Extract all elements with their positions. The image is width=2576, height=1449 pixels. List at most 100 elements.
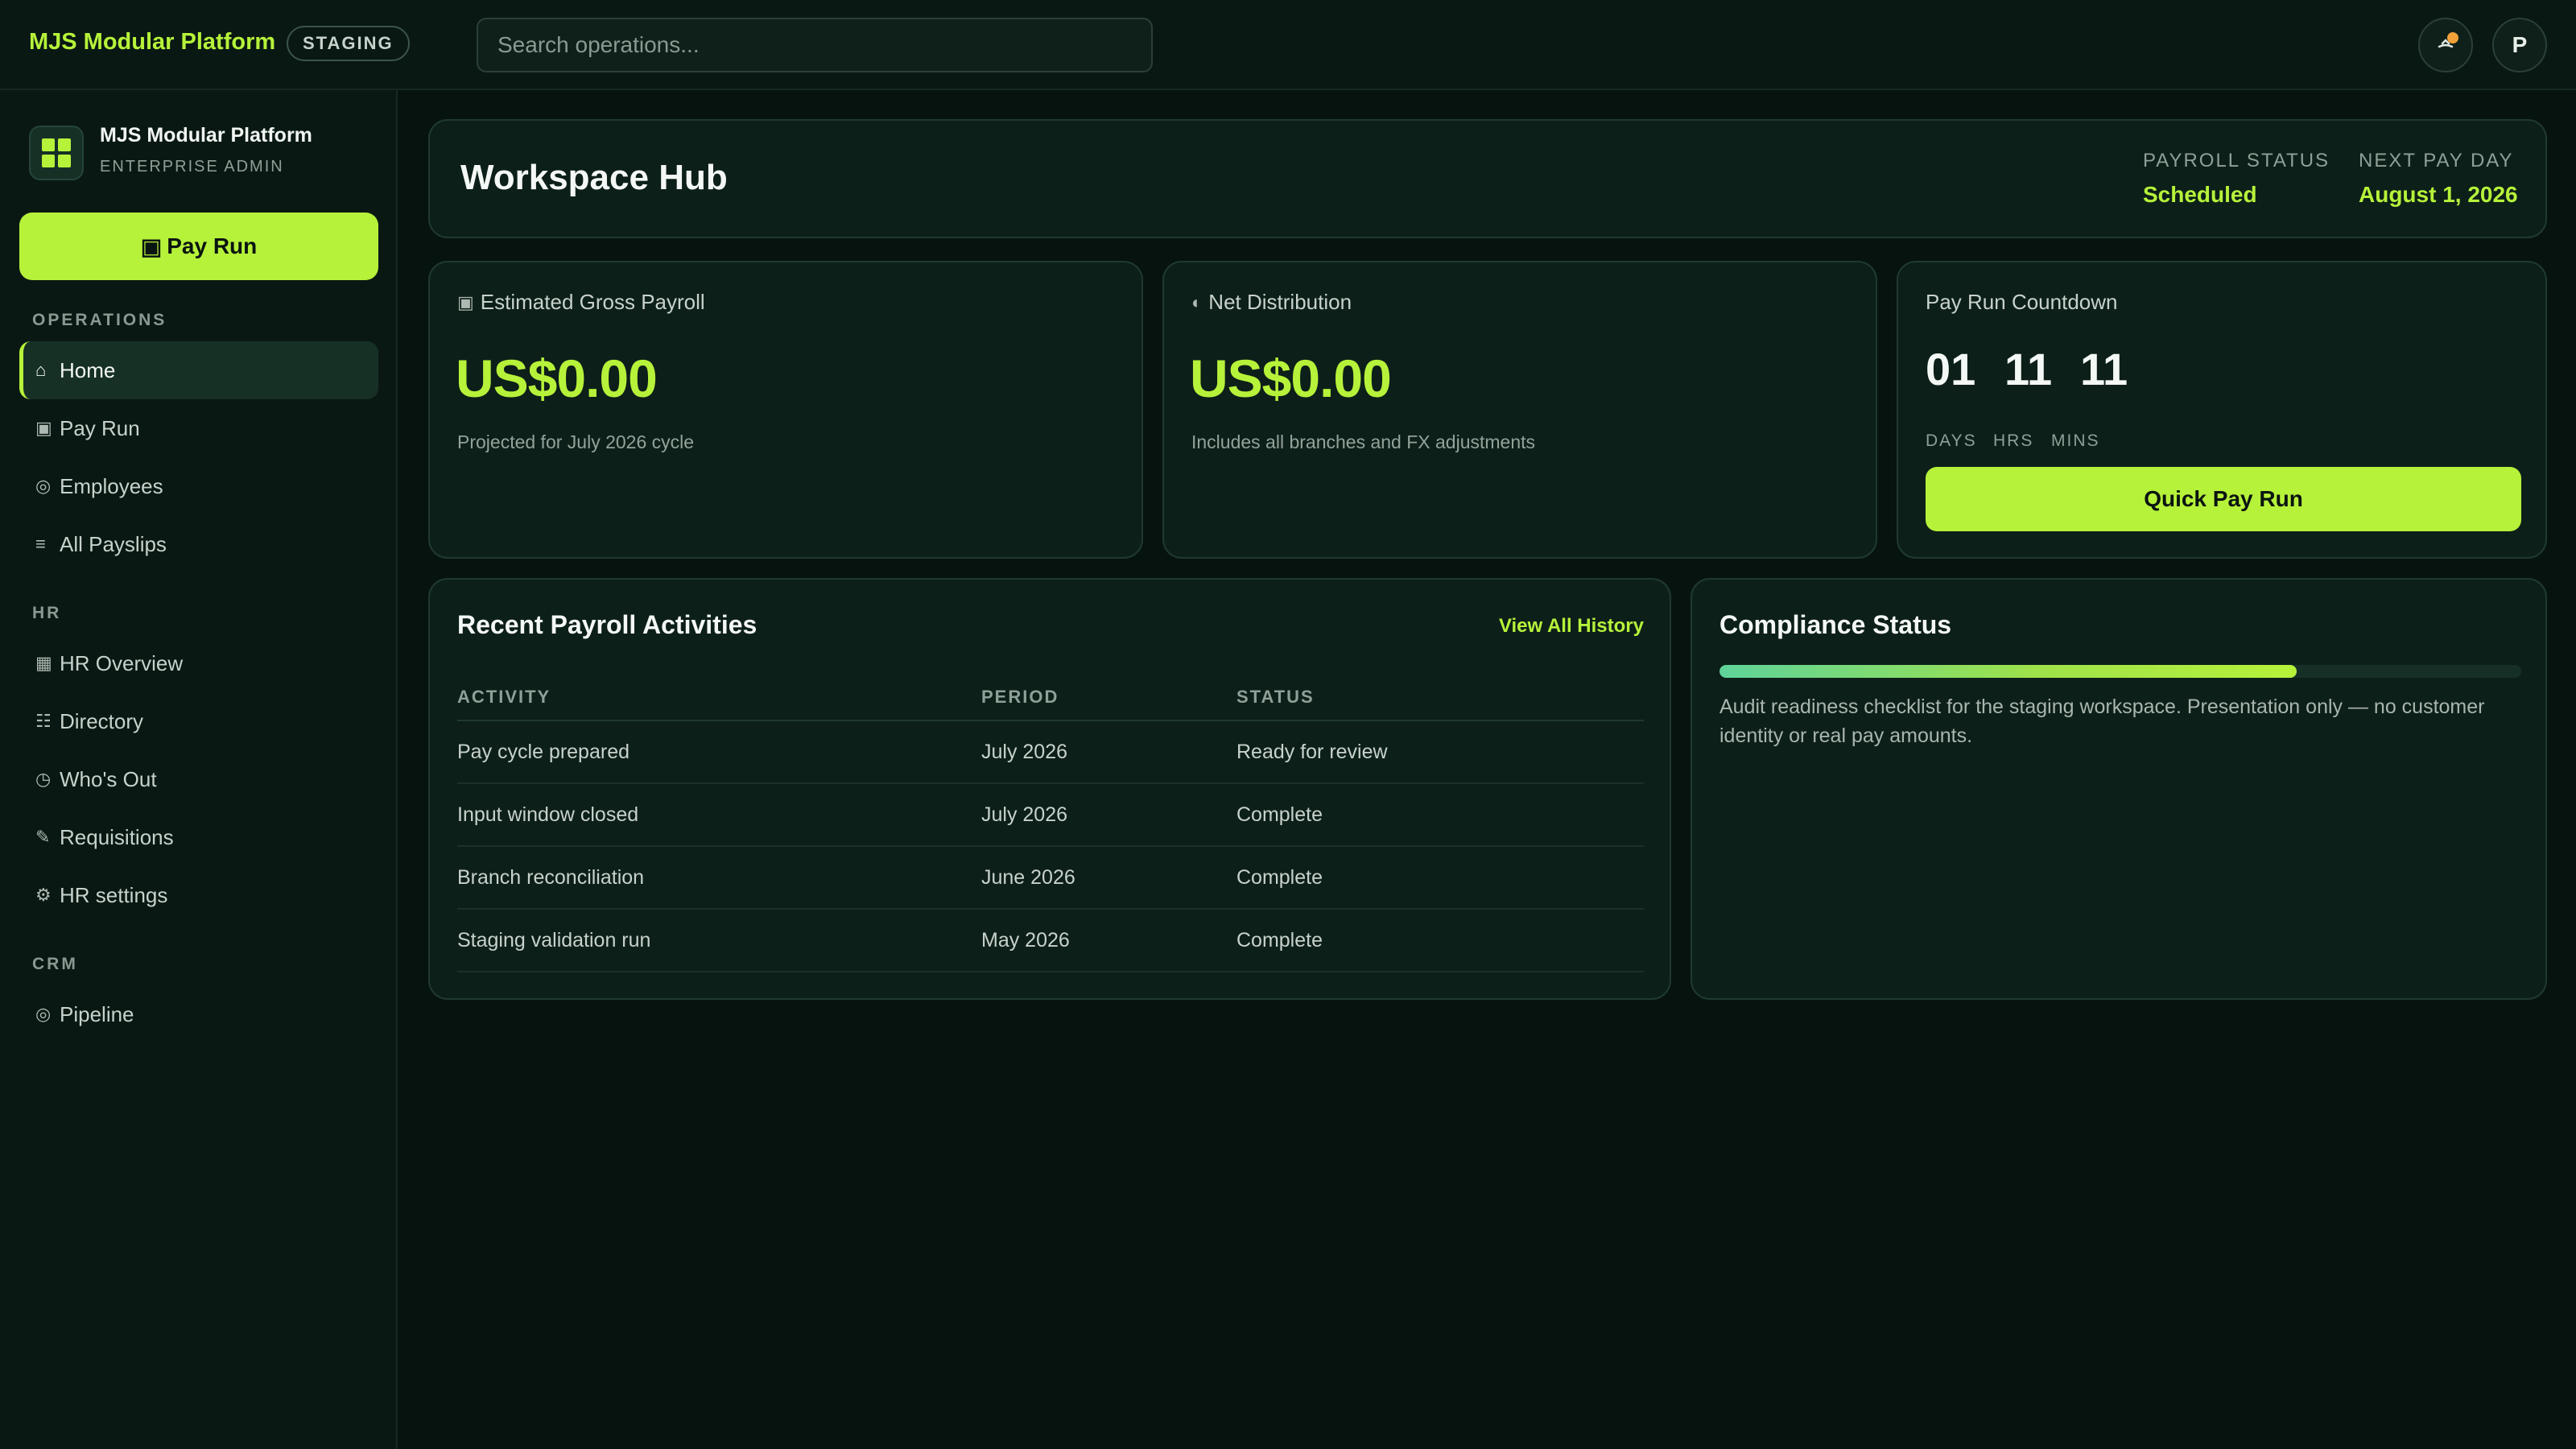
table-row[interactable]: Branch reconciliation June 2026 Complete <box>457 847 1644 910</box>
sidebar-item-hr-settings[interactable]: ⚙ HR settings <box>19 866 378 924</box>
environment-badge: STAGING <box>287 26 410 61</box>
sidebar-item-label: Employees <box>60 473 163 498</box>
gear-icon: ⚙ <box>35 885 52 905</box>
section-label-operations: OPERATIONS <box>32 311 167 329</box>
next-pay-day-value: August 1, 2026 <box>2359 182 2518 207</box>
pay-run-button-label: Pay Run <box>167 233 258 258</box>
net-distribution-value: US$0.00 <box>1190 349 1392 408</box>
net-distribution-subtitle: Includes all branches and FX adjustments <box>1191 431 1536 452</box>
activity-cell: Staging validation run <box>457 928 651 952</box>
pencil-icon: ✎ <box>35 827 51 847</box>
activity-cell: Input window closed <box>457 803 639 826</box>
period-cell: July 2026 <box>981 803 1068 826</box>
brand-name[interactable]: MJS Modular Platform <box>29 29 275 56</box>
sidebar-item-pipeline[interactable]: ◎ Pipeline <box>19 985 378 1043</box>
recent-activities-title: Recent Payroll Activities <box>457 610 758 639</box>
compliance-status-card: Compliance Status Audit readiness checkl… <box>1690 578 2547 1000</box>
sidebar: MJS Modular Platform ENTERPRISE ADMIN ▣ … <box>0 90 398 1449</box>
sidebar-item-employees[interactable]: ◎ Employees <box>19 457 378 515</box>
sidebar-item-requisitions[interactable]: ✎ Requisitions <box>19 808 378 866</box>
countdown-hours: 11 <box>2004 344 2053 394</box>
activities-table: ACTIVITY PERIOD STATUS Pay cycle prepare… <box>457 675 1644 972</box>
org-name: MJS Modular Platform <box>100 124 312 147</box>
column-header-activity[interactable]: ACTIVITY <box>457 675 551 720</box>
countdown-hours-label: HRS <box>1993 431 2034 450</box>
status-cell: Ready for review <box>1236 740 1388 763</box>
activity-cell: Pay cycle prepared <box>457 740 630 763</box>
page-title: Workspace Hub <box>460 158 728 197</box>
gross-payroll-title-text: Estimated Gross Payroll <box>480 290 705 314</box>
period-cell: June 2026 <box>981 865 1075 889</box>
sidebar-item-home[interactable]: ⌂ Home <box>19 341 378 399</box>
table-row[interactable]: Pay cycle prepared July 2026 Ready for r… <box>457 721 1644 784</box>
gross-payroll-title: ▣ Estimated Gross Payroll <box>457 290 705 315</box>
overview-icon: ▦ <box>35 653 52 673</box>
workspace-hub-header: Workspace Hub PAYROLL STATUS Scheduled N… <box>428 119 2547 238</box>
top-bar: MJS Modular Platform STAGING P <box>0 0 2576 90</box>
notification-button[interactable] <box>2418 18 2473 72</box>
table-row[interactable]: Staging validation run May 2026 Complete <box>457 910 1644 972</box>
sidebar-item-label: Who's Out <box>60 766 157 791</box>
pay-run-button[interactable]: ▣ Pay Run <box>19 213 378 280</box>
sidebar-item-label: HR settings <box>60 882 168 907</box>
table-header: ACTIVITY PERIOD STATUS <box>457 675 1644 721</box>
directory-icon: ☷ <box>35 711 52 731</box>
table-row[interactable]: Input window closed July 2026 Complete <box>457 784 1644 847</box>
home-icon: ⌂ <box>35 360 47 380</box>
sidebar-item-label: Pay Run <box>60 415 140 440</box>
sidebar-item-all-payslips[interactable]: ≡ All Payslips <box>19 515 378 573</box>
grid-logo-icon <box>29 126 84 180</box>
countdown-minutes: 11 <box>2080 344 2128 394</box>
status-cell: Complete <box>1236 928 1323 952</box>
net-distribution-title: ◐ Net Distribution <box>1191 290 1352 315</box>
sidebar-item-label: All Payslips <box>60 531 167 556</box>
payroll-icon: ▣ <box>457 291 474 312</box>
user-avatar[interactable]: P <box>2492 18 2547 72</box>
sidebar-item-hr-overview[interactable]: ▦ HR Overview <box>19 634 378 692</box>
status-cell: Complete <box>1236 865 1323 889</box>
next-pay-day-label: NEXT PAY DAY <box>2359 150 2514 171</box>
recent-activities-card: Recent Payroll Activities View All Histo… <box>428 578 1671 1000</box>
payrun-icon: ▣ <box>35 418 52 438</box>
gross-payroll-card: ▣ Estimated Gross Payroll US$0.00 Projec… <box>428 261 1143 559</box>
gross-payroll-value: US$0.00 <box>456 349 658 408</box>
column-header-period[interactable]: PERIOD <box>981 675 1059 720</box>
countdown-days: 01 <box>1926 344 1976 394</box>
sidebar-item-whos-out[interactable]: ◷ Who's Out <box>19 750 378 808</box>
sidebar-item-label: Directory <box>60 708 144 733</box>
countdown-minutes-label: MINS <box>2051 431 2100 450</box>
compliance-description: Audit readiness checklist for the stagin… <box>1719 696 2485 747</box>
half-circle-icon: ◐ <box>1191 291 1203 312</box>
search-input[interactable] <box>477 18 1153 72</box>
sidebar-item-label: Pipeline <box>60 1001 134 1026</box>
compliance-progress-bar <box>1719 665 2521 678</box>
pay-run-countdown-card: Pay Run Countdown 01 11 11 DAYS HRS MINS… <box>1897 261 2547 559</box>
column-header-status[interactable]: STATUS <box>1236 675 1315 720</box>
clock-icon: ◷ <box>35 769 52 789</box>
list-icon: ≡ <box>35 534 46 554</box>
payroll-status-label: PAYROLL STATUS <box>2143 150 2330 171</box>
section-label-crm: CRM <box>32 955 78 973</box>
quick-pay-run-button[interactable]: Quick Pay Run <box>1926 467 2521 531</box>
sidebar-item-label: Home <box>60 357 116 382</box>
pipeline-icon: ◎ <box>35 1004 52 1024</box>
view-all-history-link[interactable]: View All History <box>1499 615 1644 638</box>
compliance-progress-fill <box>1719 665 2297 678</box>
net-distribution-card: ◐ Net Distribution US$0.00 Includes all … <box>1162 261 1877 559</box>
org-role: ENTERPRISE ADMIN <box>100 158 284 175</box>
period-cell: July 2026 <box>981 740 1068 763</box>
notification-dot <box>2447 32 2458 43</box>
status-cell: Complete <box>1236 803 1323 826</box>
sidebar-item-pay-run[interactable]: ▣ Pay Run <box>19 399 378 457</box>
employees-icon: ◎ <box>35 476 52 496</box>
sidebar-item-label: Requisitions <box>60 824 174 849</box>
sidebar-item-label: HR Overview <box>60 650 184 675</box>
compliance-status-title: Compliance Status <box>1719 610 1952 639</box>
sidebar-item-directory[interactable]: ☷ Directory <box>19 692 378 750</box>
net-distribution-title-text: Net Distribution <box>1208 290 1352 314</box>
activity-cell: Branch reconciliation <box>457 865 645 889</box>
countdown-title: Pay Run Countdown <box>1926 290 2118 314</box>
period-cell: May 2026 <box>981 928 1070 952</box>
gross-payroll-subtitle: Projected for July 2026 cycle <box>457 431 695 452</box>
payrun-icon: ▣ <box>140 233 163 259</box>
